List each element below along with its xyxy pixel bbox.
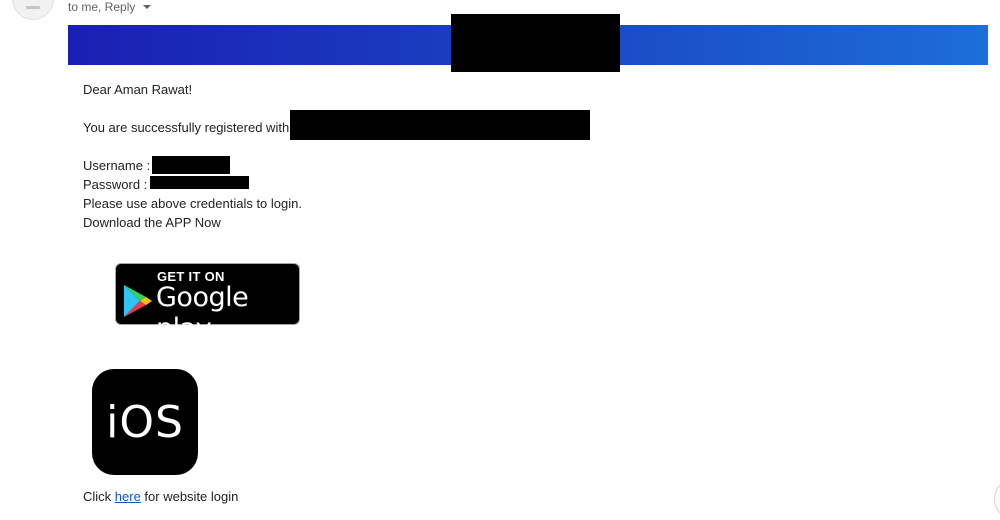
footer-prefix: Click (83, 489, 115, 504)
redacted-password (150, 176, 249, 189)
website-login-link[interactable]: here (115, 489, 141, 504)
login-instructions: Please use above credentials to login. (83, 196, 302, 211)
greeting: Dear Aman Rawat! (83, 82, 193, 97)
recipient-details[interactable]: to me, Reply (68, 0, 152, 14)
download-prompt: Download the APP Now (83, 215, 221, 230)
google-play-big-text: Google play (156, 282, 249, 344)
website-login-line: Click here for website login (83, 489, 238, 505)
floating-action-button[interactable] (994, 478, 1000, 520)
ios-app-badge[interactable]: iOS (92, 369, 198, 475)
username-label: Username : (83, 158, 151, 173)
redacted-username (152, 156, 230, 174)
redacted-logo (451, 14, 620, 72)
sender-avatar (12, 0, 54, 20)
google-play-icon (124, 285, 152, 317)
password-label: Password : (83, 177, 148, 192)
ios-label: iOS (106, 397, 184, 448)
email-view: to me, Reply Dear Aman Rawat! You are su… (0, 0, 1000, 520)
footer-suffix: for website login (140, 489, 239, 504)
avatar-placeholder-icon (26, 6, 40, 9)
registration-message: You are successfully registered with (83, 120, 290, 135)
redacted-service-name (290, 110, 590, 140)
google-play-badge[interactable]: GET IT ON Google play (115, 263, 300, 344)
chevron-down-icon[interactable] (143, 5, 152, 9)
recipient-line: to me, Reply (68, 0, 136, 14)
